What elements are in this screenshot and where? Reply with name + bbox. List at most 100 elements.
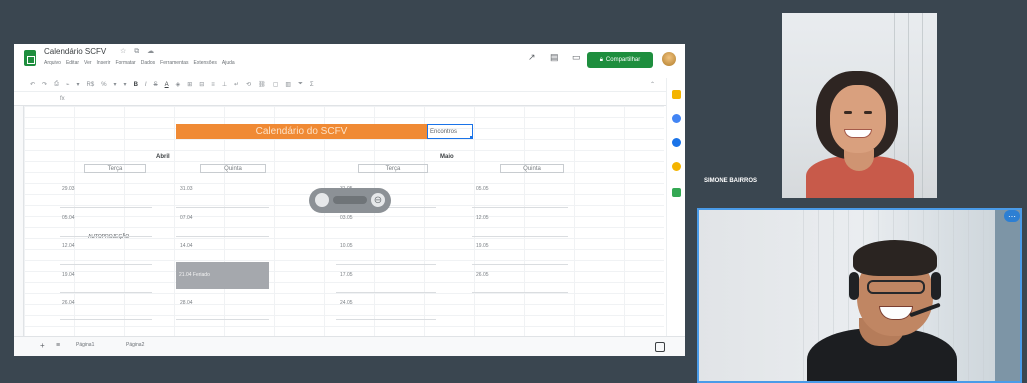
header-may-thursday: Quinta [500, 164, 564, 173]
currency-icon[interactable]: R$ [87, 82, 95, 88]
valign-icon[interactable]: ⊥ [222, 81, 227, 88]
merge-icon[interactable]: ⊟ [199, 81, 204, 88]
date-cell[interactable]: 19.05 [476, 243, 489, 249]
redo-icon[interactable]: ↷ [42, 81, 47, 88]
headset-earpiece [931, 272, 941, 300]
cell-border [336, 264, 436, 265]
person-face [830, 85, 886, 153]
date-cell[interactable]: 14.04 [180, 243, 193, 249]
trend-icon[interactable]: ↗ [528, 52, 536, 63]
document-title[interactable]: Calendário SCFV [44, 47, 106, 56]
formula-bar[interactable]: fx [14, 94, 685, 106]
insert-comment-icon[interactable]: ▢ [273, 81, 279, 88]
calendar-title-cell[interactable]: Calendário do SCFV [176, 124, 427, 139]
selected-cell[interactable]: Encontros [427, 124, 473, 139]
text-color-icon[interactable]: A [165, 82, 169, 88]
explore-icon[interactable] [655, 342, 665, 352]
date-cell[interactable]: 05.05 [476, 186, 489, 192]
add-sheet-icon[interactable]: + [40, 341, 45, 350]
share-button[interactable]: 🔒︎ Compartilhar [587, 52, 653, 68]
menu-format[interactable]: Formatar [115, 60, 135, 66]
paint-format-icon[interactable]: ⌁ [66, 81, 70, 88]
calendar-addon-icon[interactable] [672, 188, 681, 197]
fill-handle[interactable] [470, 136, 472, 138]
fill-color-icon[interactable]: ◈ [176, 81, 181, 88]
event-cell[interactable]: AUTOPROJEÇÃO [88, 234, 129, 240]
date-cell[interactable]: 10.05 [340, 243, 353, 249]
presenting-controls[interactable]: ⊖ [309, 188, 391, 213]
participant-video-active-speaker[interactable] [697, 208, 1022, 383]
sheet-tab-2[interactable]: Página2 [126, 342, 144, 348]
sheet-tab-1[interactable]: Página1 [76, 342, 94, 348]
contacts-icon[interactable] [672, 138, 681, 147]
print-icon[interactable]: ⎙ [54, 81, 59, 88]
zoom-dropdown[interactable]: ▾ [77, 81, 80, 88]
strikethrough-icon[interactable]: S [154, 82, 158, 88]
percent-icon[interactable]: % [101, 82, 106, 88]
close-icon[interactable]: ⊖ [371, 193, 385, 207]
side-panel [666, 78, 685, 356]
menu-help[interactable]: Ajuda [222, 60, 235, 66]
account-avatar[interactable] [662, 52, 676, 66]
menu-insert[interactable]: Inserir [97, 60, 111, 66]
header-april-tuesday: Terça [84, 164, 146, 173]
header-april-thursday: Quinta [200, 164, 266, 173]
date-cell[interactable]: 31.03 [180, 186, 193, 192]
link-icon[interactable]: ⛓ [258, 81, 266, 88]
collapse-icon[interactable]: ⌃ [650, 81, 655, 88]
all-sheets-icon[interactable]: ≡ [56, 342, 60, 349]
fx-icon: fx [60, 96, 65, 102]
italic-icon[interactable]: I [145, 82, 147, 88]
menu-view[interactable]: Ver [84, 60, 92, 66]
more-options-icon[interactable]: ⋯ [1004, 210, 1020, 222]
comment-icon[interactable]: ▤ [550, 52, 559, 63]
align-icon[interactable]: ≡ [211, 82, 215, 88]
filter-icon[interactable]: ⏷ [298, 81, 303, 88]
sheets-header: Calendário SCFV ☆ ⧉ ☁ Arquivo Editar Ver… [14, 44, 685, 74]
menu-file[interactable]: Arquivo [44, 60, 61, 66]
date-cell[interactable]: 19.04 [62, 272, 75, 278]
cell-border [176, 207, 269, 208]
cell-border [60, 236, 152, 237]
keep-icon[interactable] [672, 90, 681, 99]
borders-icon[interactable]: ⊞ [187, 81, 192, 88]
date-cell[interactable]: 05.04 [62, 215, 75, 221]
date-cell[interactable]: 03.05 [340, 215, 353, 221]
date-cell[interactable]: 07.04 [180, 215, 193, 221]
holiday-cell[interactable]: 21.04 Feriado [176, 262, 269, 289]
headset-earpiece [849, 272, 859, 300]
date-cell[interactable]: 26.04 [62, 300, 75, 306]
menu-extensions[interactable]: Extensões [194, 60, 217, 66]
cell-border [176, 236, 269, 237]
menu-edit[interactable]: Editar [66, 60, 79, 66]
wrap-icon[interactable]: ↵ [234, 81, 239, 88]
date-cell[interactable]: 17.05 [340, 272, 353, 278]
menu-bar: Arquivo Editar Ver Inserir Formatar Dado… [44, 58, 474, 68]
bold-icon[interactable]: B [134, 82, 138, 88]
star-icon[interactable]: ☆ ⧉ ☁ [120, 47, 157, 56]
month-may: Maio [440, 154, 454, 160]
wall-panel [922, 13, 923, 198]
menu-tools[interactable]: Ferramentas [160, 60, 188, 66]
pointer-icon[interactable] [315, 193, 329, 207]
date-cell[interactable]: 28.04 [180, 300, 193, 306]
date-cell[interactable]: 12.04 [62, 243, 75, 249]
undo-icon[interactable]: ↶ [30, 81, 35, 88]
chart-icon[interactable]: ▥ [285, 81, 291, 88]
person-eye [844, 111, 852, 114]
date-cell[interactable]: 29.03 [62, 186, 75, 192]
tasks-icon[interactable] [672, 114, 681, 123]
rotate-icon[interactable]: ⟲ [246, 81, 251, 88]
maps-icon[interactable] [672, 162, 681, 171]
function-icon[interactable]: Σ [310, 82, 314, 88]
holiday-cell-text: 21.04 Feriado [179, 272, 210, 278]
date-cell[interactable]: 26.05 [476, 272, 489, 278]
date-cell[interactable]: 12.05 [476, 215, 489, 221]
font-dropdown[interactable]: ▾ [114, 81, 117, 88]
font-size-dropdown[interactable]: ▾ [124, 81, 127, 88]
date-cell[interactable]: 24.05 [340, 300, 353, 306]
participant-video-simone[interactable] [782, 13, 937, 198]
sheets-logo[interactable] [24, 50, 36, 66]
meet-icon[interactable]: ▭ [572, 52, 581, 63]
menu-data[interactable]: Dados [141, 60, 155, 66]
